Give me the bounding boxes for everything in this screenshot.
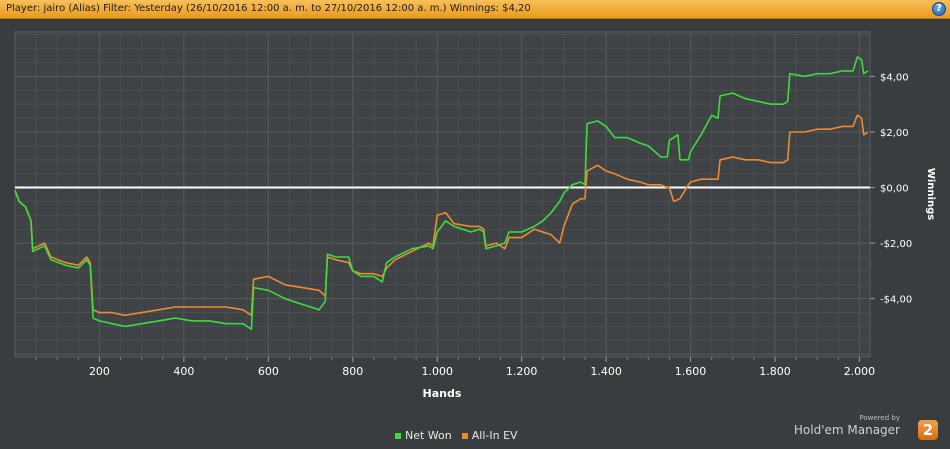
x-axis-ticks: 200 400 600 800 1.000 1.200 1.400 1.600 1.800 2.0…	[35, 357, 876, 378]
y-tick-label: -$4,00	[880, 295, 912, 306]
winnings-chart: 200 400 600 800 1.000 1.200 1.400 1.600 1.800 2.0…	[14, 31, 936, 400]
legend-item-net-won[interactable]: Net Won	[395, 429, 452, 442]
x-tick-label: 600	[258, 365, 279, 378]
x-tick-label: 1.000	[421, 365, 453, 378]
x-tick-label: 2.000	[844, 365, 876, 378]
y-axis-label: Winnings	[925, 168, 936, 220]
x-tick-label: 1.800	[759, 365, 791, 378]
branding: Powered by Hold'em Manager 2	[794, 414, 938, 444]
y-tick-label: $2,00	[880, 128, 909, 139]
legend-swatch	[461, 432, 468, 439]
x-tick-label: 200	[89, 365, 110, 378]
x-tick-label: 1.600	[675, 365, 707, 378]
y-tick-label: -$2,00	[880, 239, 912, 250]
y-tick-label: $0,00	[880, 184, 909, 195]
y-tick-label: $4,00	[880, 72, 909, 83]
header-text: Player: jairo (Alias) Filter: Yesterday …	[6, 3, 531, 14]
legend-item-all-in-ev[interactable]: All-In EV	[461, 429, 518, 442]
legend-label: Net Won	[405, 429, 452, 442]
plot-area	[14, 31, 871, 358]
legend-swatch	[395, 432, 401, 439]
x-tick-label: 1.200	[506, 365, 538, 378]
product-name: Hold'em Manager	[793, 423, 900, 437]
help-icon[interactable]: ?	[932, 2, 946, 16]
chart-legend: Net Won All-In EV	[395, 429, 528, 442]
hm2-logo-icon: 2	[918, 420, 938, 440]
x-tick-label: 1.400	[590, 365, 622, 378]
powered-by-text: Powered by	[859, 414, 900, 422]
x-tick-label: 400	[173, 365, 194, 378]
x-axis-label: Hands	[423, 387, 462, 400]
y-axis-ticks: $4,00 $2,00 $0,00 -$2,00 -$4,00	[870, 72, 912, 306]
legend-label: All-In EV	[471, 429, 518, 442]
x-tick-label: 800	[342, 365, 363, 378]
chart-filter-header: Player: jairo (Alias) Filter: Yesterday …	[0, 0, 950, 19]
